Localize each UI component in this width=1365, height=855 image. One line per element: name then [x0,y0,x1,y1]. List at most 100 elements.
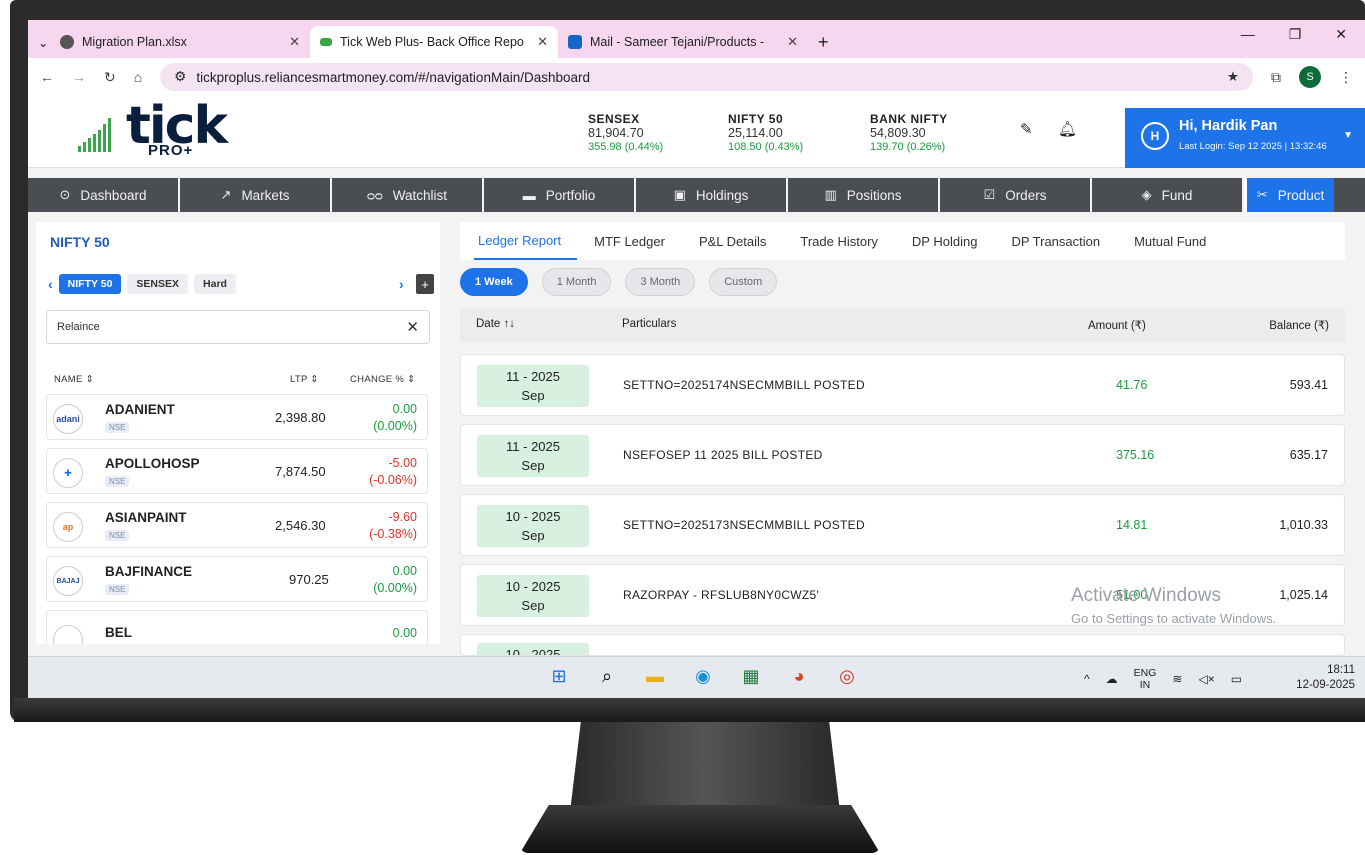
url-field[interactable]: ⚙ tickproplus.reliancesmartmoney.com/#/n… [160,63,1253,91]
close-window-icon[interactable]: ✕ [1335,26,1347,43]
minimize-icon[interactable]: — [1241,26,1255,43]
nav-watchlist[interactable]: ᴑᴑ Watchlist [332,178,484,212]
powerpoint-icon[interactable]: ◕ [786,663,812,689]
restore-icon[interactable]: ❐ [1289,26,1302,43]
chevron-right-icon[interactable]: › [399,276,404,292]
chevron-left-icon[interactable]: ‹ [48,276,53,292]
back-icon[interactable]: ← [40,69,54,85]
binoculars-icon: ᴑᴑ [366,187,383,203]
tab-mutual-fund[interactable]: Mutual Fund [1117,222,1223,260]
windows-start-icon[interactable]: ⊞ [546,663,572,689]
nav-markets[interactable]: ↗ Markets [180,178,332,212]
bookmark-star-icon[interactable]: ★ [1227,69,1239,85]
address-bar-row: ← → ↻ ⌂ ⚙ tickproplus.reliancesmartmoney… [28,58,1365,96]
browser-tab-tick[interactable]: Tick Web Plus- Back Office Repo ✕ [310,26,558,58]
tab-trade-history[interactable]: Trade History [783,222,895,260]
date-badge: 10 - 2025 Sep [477,575,589,617]
nav-dashboard[interactable]: ⊙ Dashboard [28,178,180,212]
stock-row[interactable]: ✚ APOLLOHOSP NSE 7,874.50 -5.00 (-0.06%) [46,448,428,494]
chrome-icon[interactable]: ◎ [834,663,860,689]
battery-icon[interactable]: ▭ [1231,672,1242,686]
forward-icon[interactable]: → [72,69,86,85]
scrip-search-input[interactable]: Relaince ✕ [46,310,430,344]
user-menu[interactable]: H Hi, Hardik Pan Last Login: Sep 12 2025… [1125,108,1365,168]
add-watchlist-button[interactable]: + [416,274,434,294]
index-value: 54,809.30 [870,126,926,140]
watchlist-tab-hard[interactable]: Hard [194,274,236,294]
close-icon[interactable]: ✕ [787,34,798,50]
volume-icon[interactable]: ◁× [1198,672,1214,686]
browser-tab-migration[interactable]: Migration Plan.xlsx ✕ [50,26,310,58]
stock-change: 0.00 (0.00%) [373,402,417,433]
taskbar-apps: ⊞ ⌕ ▬ ◉ ▦ ◕ ◎ [546,663,860,689]
index-change: 355.98 (0.44%) [588,141,664,153]
tab-pl-details[interactable]: P&L Details [682,222,783,260]
new-tab-button[interactable]: + [808,26,839,58]
profile-avatar[interactable]: S [1299,66,1321,88]
nav-label: Fund [1161,187,1193,203]
tab-list-icon[interactable]: ⌄ [28,26,50,58]
nav-positions[interactable]: ▥ Positions [788,178,940,212]
ledger-row[interactable]: 11 - 2025 Sep NSEFOSEP 11 2025 BILL POSTE… [460,424,1345,486]
index-sensex: SENSEX 81,904.70 355.98 (0.44%) [588,112,663,154]
language-indicator[interactable]: ENG IN [1134,667,1157,691]
nav-orders[interactable]: ☑ Orders [940,178,1092,212]
home-icon[interactable]: ⌂ [134,69,142,85]
extensions-icon[interactable]: ⧉ [1271,69,1281,86]
chevron-up-icon[interactable]: ^ [1084,672,1090,686]
col-date[interactable]: Date ↑↓ [476,318,515,330]
nav-holdings[interactable]: ▣ Holdings [636,178,788,212]
tick-logo: tick PRO+ [78,96,248,162]
search-icon[interactable]: ⌕ [594,663,620,689]
bell-icon[interactable]: 🔔︎ [1058,120,1077,138]
balance: 635.17 [1289,448,1328,462]
edge-icon[interactable]: ◉ [690,663,716,689]
reload-icon[interactable]: ↻ [104,69,116,86]
stock-row[interactable]: BAJAJ BAJFINANCE NSE 970.25 0.00 (0.00%) [46,556,428,602]
file-explorer-icon[interactable]: ▬ [642,663,668,689]
watchlist-tab-sensex[interactable]: SENSEX [127,274,189,294]
clear-icon[interactable]: ✕ [406,318,419,336]
tick-favicon-icon [320,38,332,46]
onedrive-icon[interactable]: ☁ [1106,672,1118,686]
menu-kebab-icon[interactable]: ⋮ [1339,69,1353,86]
stock-row[interactable]: BEL 0.00 [46,610,428,644]
close-icon[interactable]: ✕ [537,34,548,50]
stock-change: 0.00 (0.00%) [373,564,417,595]
nav-fund[interactable]: ◈ Fund [1092,178,1244,212]
period-1month-button[interactable]: 1 Month [541,268,612,296]
nav-product[interactable]: ✂ Product [1244,178,1334,212]
excel-icon[interactable]: ▦ [738,663,764,689]
wifi-icon[interactable]: ≋ [1172,672,1182,686]
balance: 1,025.14 [1279,588,1328,602]
tab-dp-transaction[interactable]: DP Transaction [994,222,1117,260]
ledger-row[interactable]: 10 - 2025 Sep SETTNO=2025173NSECMMBILL PO… [460,494,1345,556]
stock-symbol: ASIANPAINT [105,510,187,525]
tab-ledger-report[interactable]: Ledger Report [474,222,578,260]
close-icon[interactable]: ✕ [289,34,300,50]
user-greeting: Hi, Hardik Pan [1179,118,1278,134]
browser-tab-mail[interactable]: Mail - Sameer Tejani/Products - ✕ [558,26,808,58]
balance: 593.41 [1289,378,1328,392]
col-ltp[interactable]: LTP ⇕ [290,374,319,385]
period-3month-button[interactable]: 3 Month [625,268,696,296]
index-change: 139.70 (0.26%) [870,141,946,153]
period-custom-button[interactable]: Custom [709,268,778,296]
stock-symbol: BAJFINANCE [105,564,193,579]
stock-row[interactable]: ap ASIANPAINT NSE 2,546.30 -9.60 (-0.38%) [46,502,428,548]
site-info-icon[interactable]: ⚙ [174,69,186,85]
product-icon: ✂ [1256,187,1268,202]
stock-row[interactable]: adani ADANIENT NSE 2,398.80 0.00 (0.00%) [46,394,428,440]
tab-dp-holding[interactable]: DP Holding [895,222,995,260]
nav-portfolio[interactable]: ▬ Portfolio [484,178,636,212]
period-1week-button[interactable]: 1 Week [460,268,528,296]
watchlist-tab-nifty50[interactable]: NIFTY 50 [58,274,122,294]
col-name[interactable]: NAME ⇕ [54,374,94,385]
col-change[interactable]: CHANGE % ⇕ [350,374,415,385]
edit-pencil-icon[interactable]: ✎ [1020,120,1033,138]
tab-mtf-ledger[interactable]: MTF Ledger [577,222,682,260]
ledger-row[interactable]: 10 - 2025 [460,634,1345,656]
ledger-row[interactable]: 11 - 2025 Sep SETTNO=2025174NSECMMBILL PO… [460,354,1345,416]
taskbar-clock[interactable]: 18:11 12-09-2025 [1296,663,1355,693]
exchange-badge: NSE [105,476,130,487]
